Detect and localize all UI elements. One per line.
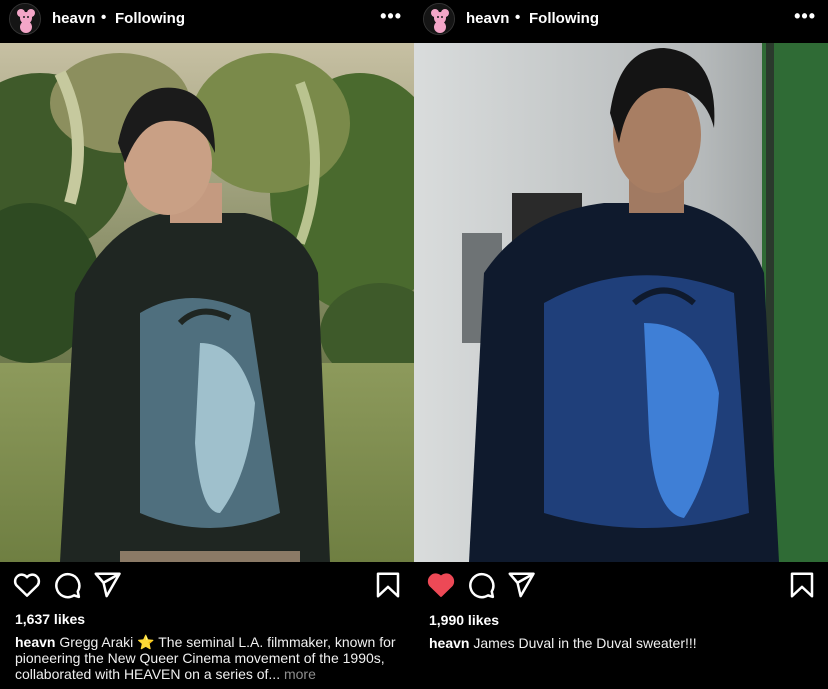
post-actions [414,570,828,602]
bookmark-icon[interactable] [373,570,403,600]
teddy-bear-logo [424,4,454,34]
post-header: heavn • Following ••• [0,0,414,38]
comment-icon[interactable] [52,570,82,600]
heart-icon[interactable] [12,570,42,600]
caption-username[interactable]: heavn [15,634,55,650]
likes-count[interactable]: 1,990 likes [429,612,499,628]
post-caption: heavn Gregg Araki ⭐ The seminal L.A. fil… [15,634,405,682]
heart-filled-icon[interactable] [426,570,456,600]
post-photo[interactable] [414,43,828,562]
avatar[interactable] [9,3,41,35]
caption-text: James Duval in the Duval sweater!!! [473,635,697,651]
likes-count[interactable]: 1,637 likes [15,611,85,627]
share-icon[interactable] [92,570,122,600]
separator-dot: • [515,9,521,26]
post-card: heavn • Following ••• [414,0,828,689]
post-card: heavn • Following ••• [0,0,414,689]
studio-portrait-image [414,43,828,562]
post-header: heavn • Following ••• [414,0,828,38]
caption-more-link[interactable]: more [284,666,316,682]
separator-dot: • [101,9,107,26]
more-horizontal-icon[interactable]: ••• [794,6,816,27]
username[interactable]: heavn [466,10,509,27]
following-button[interactable]: Following [529,10,599,27]
following-button[interactable]: Following [115,10,185,27]
post-photo[interactable] [0,43,414,562]
caption-text: Gregg Araki ⭐ The seminal L.A. filmmaker… [15,634,396,682]
bookmark-icon[interactable] [787,570,817,600]
avatar[interactable] [423,3,455,35]
garden-portrait-image [0,43,414,562]
post-caption: heavn James Duval in the Duval sweater!!… [429,635,819,651]
teddy-bear-logo [10,4,40,34]
username[interactable]: heavn [52,10,95,27]
caption-username[interactable]: heavn [429,635,469,651]
share-icon[interactable] [506,570,536,600]
comment-icon[interactable] [466,570,496,600]
post-actions [0,570,414,602]
more-horizontal-icon[interactable]: ••• [380,6,402,27]
